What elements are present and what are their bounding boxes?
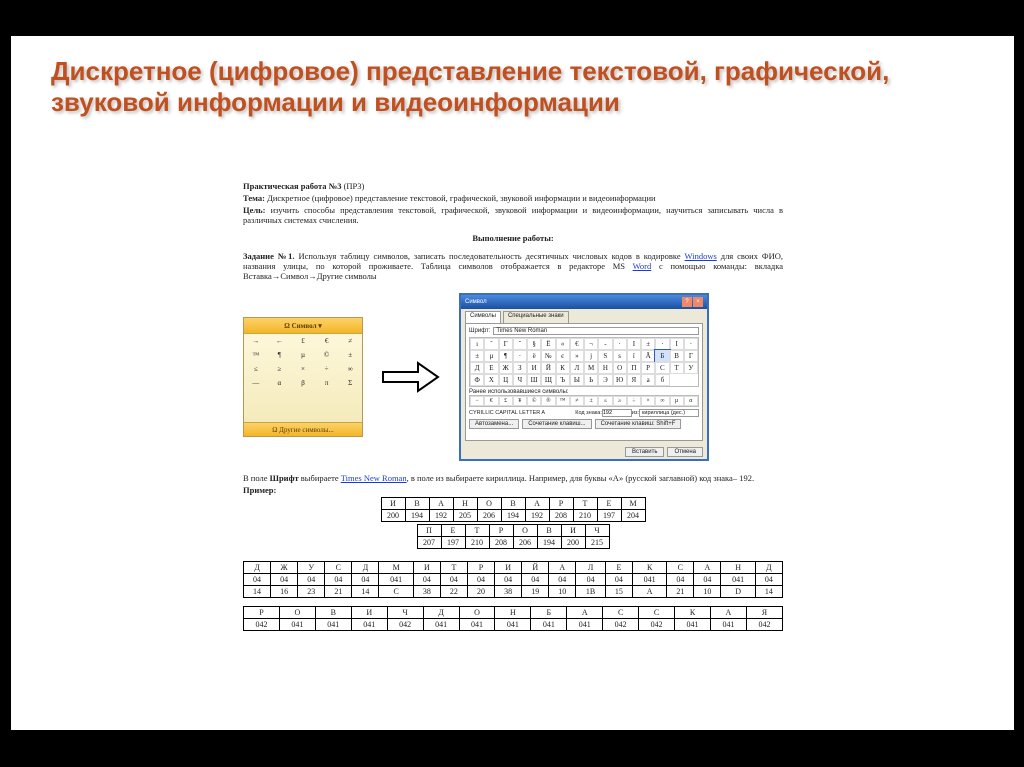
- symbol-menu-header: Ω Символ ▾: [244, 318, 362, 334]
- font-instruction: В поле Шрифт выбираете Times New Roman, …: [243, 473, 783, 483]
- symbol-menu-thumbnail: Ω Символ ▾ →←£€≠™¶µ©±≤≥×÷∞—αβπΣ Ω Другие…: [243, 317, 363, 437]
- font-select[interactable]: Times New Roman: [493, 327, 699, 335]
- illustration-row: Ω Символ ▾ →←£€≠™¶µ©±≤≥×÷∞—αβπΣ Ω Другие…: [243, 293, 783, 461]
- shortcut-text: Сочетание клавиш: Shift+F: [595, 419, 682, 429]
- title-line-1: Дискретное (цифровое) представление текс…: [51, 56, 889, 86]
- encoding-table-4: РОВИЧДОНБАССКАЯ0420410410410420410410410…: [243, 606, 783, 631]
- example-label: Пример:: [243, 485, 276, 495]
- code-label: Код знака:: [575, 410, 602, 416]
- insert-button[interactable]: Вставить: [625, 447, 664, 457]
- section-heading: Выполнение работы:: [472, 233, 553, 243]
- tab-special[interactable]: Специальные знаки: [503, 311, 569, 323]
- encoding-table-3: ДЖУСДМИТРИЙАЛЕКСАНД040404040404104040404…: [243, 561, 783, 598]
- cancel-button[interactable]: Отмена: [667, 447, 703, 457]
- title-line-2: звуковой информации и видеоинформации: [51, 87, 620, 117]
- tab-symbols[interactable]: Символы: [465, 311, 501, 323]
- slide: Дискретное (цифровое) представление текс…: [11, 36, 1014, 730]
- shortcut-button[interactable]: Сочетание клавиш...: [522, 419, 591, 429]
- recent-grid[interactable]: −€£¥©®™≠±≤≥÷×∞µα: [469, 395, 699, 407]
- from-select[interactable]: кириллица (дес.): [639, 409, 699, 417]
- from-label: из:: [632, 410, 639, 416]
- symbol-menu-more: Ω Другие символы...: [244, 422, 362, 436]
- doc-cel: Цель: изучить способы представления текс…: [243, 205, 783, 225]
- dialog-titlebar: Символ ?×: [461, 295, 707, 309]
- code-input[interactable]: [602, 409, 632, 417]
- slide-title: Дискретное (цифровое) представление текс…: [11, 36, 1014, 128]
- char-name: CYRILLIC CAPITAL LETTER A: [469, 410, 575, 416]
- symbol-dialog: Символ ?× Символы Специальные знаки Шриф…: [459, 293, 709, 461]
- task-1: Задание №1. Используя таблицу символов, …: [243, 251, 783, 281]
- doc-heading: Практическая работа №3 (ПР3): [243, 181, 783, 191]
- char-grid[interactable]: ıˇΓ˘§Ё«€¬-·І±·І·±µ¶·ё№є»јЅѕїĀБВГДЕЖЗИЙКЛ…: [469, 337, 699, 387]
- autocorrect-button[interactable]: Автозамена...: [469, 419, 519, 429]
- help-icon[interactable]: ?: [682, 297, 692, 307]
- close-icon[interactable]: ×: [693, 297, 703, 307]
- arrow-right-icon: [381, 357, 441, 397]
- encoding-table-2: ПЕТРОВИЧ207197210208206194200215: [417, 524, 610, 549]
- recent-label: Ранее использовавшиеся символы:: [469, 389, 569, 395]
- encoding-table-1: ИВАНОВАРТЕМ20019419220520619419220821019…: [381, 497, 646, 522]
- font-label: Шрифт:: [469, 328, 490, 334]
- embedded-document: Практическая работа №3 (ПР3) Тема: Дискр…: [243, 181, 783, 633]
- doc-tema: Тема: Дискретное (цифровое) представлени…: [243, 193, 783, 203]
